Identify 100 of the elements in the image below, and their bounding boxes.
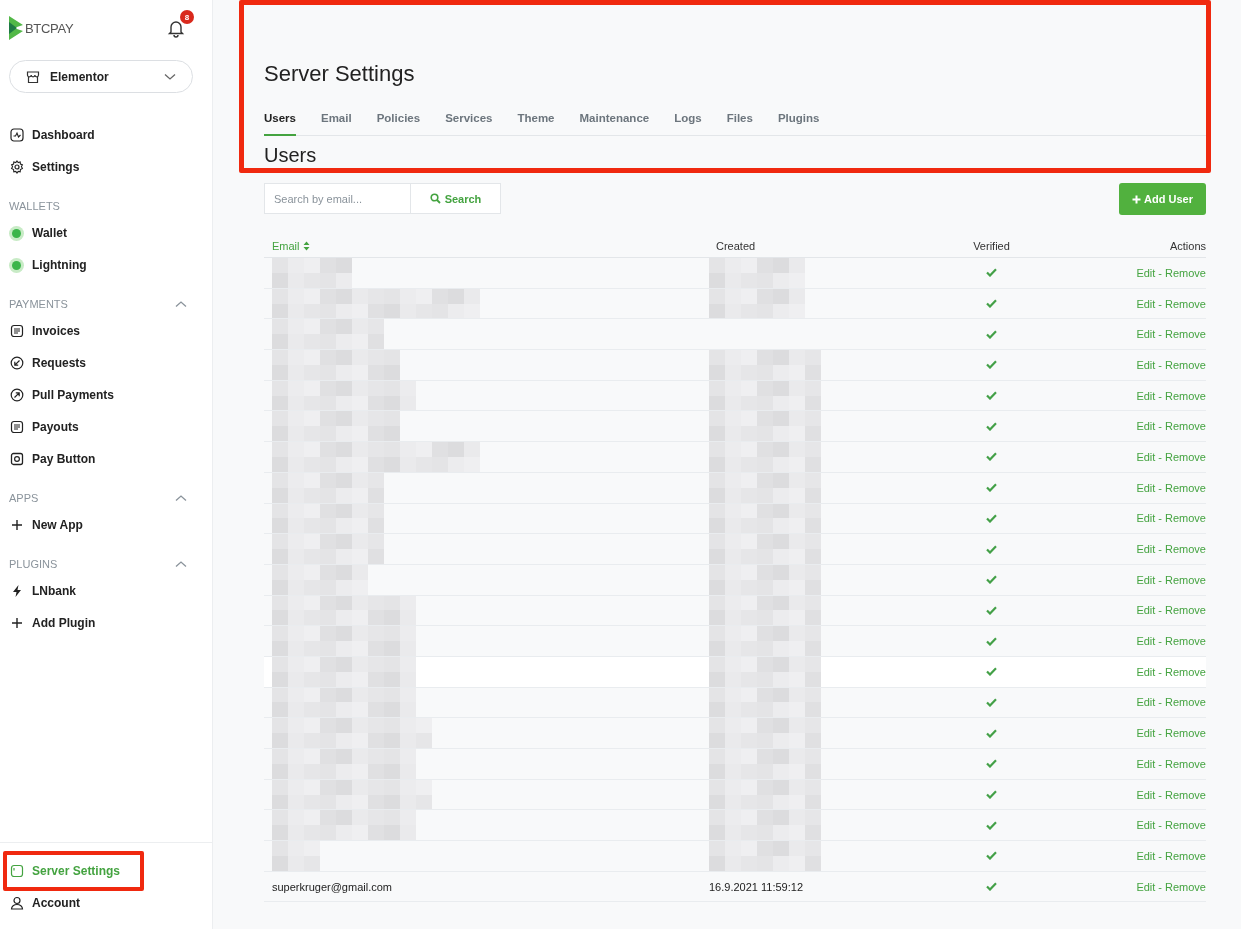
nav-label[interactable]: Add Plugin <box>32 616 96 630</box>
edit-link[interactable]: Edit <box>1136 635 1156 648</box>
nav-item[interactable]: Pay Button <box>0 443 212 475</box>
remove-link[interactable]: Remove <box>1165 696 1206 709</box>
edit-link[interactable]: Edit <box>1136 788 1156 801</box>
chevron-up-icon[interactable] <box>175 300 187 308</box>
remove-link[interactable]: Remove <box>1165 573 1206 586</box>
remove-link[interactable]: Remove <box>1165 880 1206 893</box>
page-title: Server Settings <box>264 61 416 87</box>
edit-link[interactable]: Edit <box>1136 665 1156 678</box>
edit-link[interactable]: Edit <box>1136 819 1156 832</box>
button-icon <box>10 452 24 466</box>
tab[interactable]: Files <box>726 110 753 136</box>
remove-link[interactable]: Remove <box>1165 727 1206 740</box>
edit-link[interactable]: Edit <box>1136 512 1156 525</box>
nav-label[interactable]: Requests <box>32 356 87 370</box>
tab[interactable]: Policies <box>376 110 421 136</box>
store-selector[interactable]: Elementor <box>9 60 193 93</box>
nav-item[interactable]: LNbank <box>0 575 212 607</box>
column-header: Created <box>715 240 757 252</box>
edit-link[interactable]: Edit <box>1136 604 1156 617</box>
store-icon <box>26 69 40 84</box>
edit-link[interactable]: Edit <box>1136 420 1156 433</box>
tab[interactable]: Users <box>264 110 296 136</box>
tab[interactable]: Theme <box>517 110 555 136</box>
remove-link[interactable]: Remove <box>1165 512 1206 525</box>
edit-link[interactable]: Edit <box>1136 727 1156 740</box>
separator-text: - <box>1158 819 1163 832</box>
nav-item[interactable]: Invoices <box>0 315 212 347</box>
edit-link[interactable]: Edit <box>1136 481 1156 494</box>
tab[interactable]: Email <box>320 110 352 136</box>
separator-text: - <box>1158 849 1163 862</box>
section-heading: PAYMENTS <box>9 298 68 310</box>
search-field[interactable]: Search by email... <box>264 183 411 214</box>
remove-link[interactable]: Remove <box>1165 757 1206 770</box>
edit-link[interactable]: Edit <box>1136 573 1156 586</box>
edit-link[interactable]: Edit <box>1136 297 1156 310</box>
remove-link[interactable]: Remove <box>1165 450 1206 463</box>
remove-link[interactable]: Remove <box>1165 420 1206 433</box>
plus-icon <box>10 616 24 630</box>
nav-item[interactable]: Dashboard <box>0 119 212 151</box>
edit-link[interactable]: Edit <box>1136 849 1156 862</box>
remove-link[interactable]: Remove <box>1165 788 1206 801</box>
add-user-button[interactable]: Add User <box>1119 183 1206 215</box>
remove-link[interactable]: Remove <box>1165 543 1206 556</box>
nav-item[interactable]: Lightning <box>0 249 212 281</box>
bell-icon[interactable] <box>166 18 186 38</box>
remove-link[interactable]: Remove <box>1165 266 1206 279</box>
tab[interactable]: Services <box>445 110 493 136</box>
nav-label[interactable]: New App <box>32 518 83 532</box>
separator-text: - <box>1158 297 1163 310</box>
nav-item[interactable]: Server Settings <box>0 855 212 887</box>
chevron-up-icon[interactable] <box>175 494 187 502</box>
remove-link[interactable]: Remove <box>1165 358 1206 371</box>
edit-link[interactable]: Edit <box>1136 389 1156 402</box>
remove-link[interactable]: Remove <box>1165 328 1206 341</box>
tab[interactable]: Logs <box>674 110 702 136</box>
nav-label[interactable]: Wallet <box>32 226 67 240</box>
nav-item[interactable]: Wallet <box>0 217 212 249</box>
nav-item[interactable]: Settings <box>0 151 212 183</box>
arrow-circle-icon <box>10 356 24 370</box>
search-button[interactable]: Search <box>411 183 501 214</box>
nav-item[interactable]: Payouts <box>0 411 212 443</box>
user-icon <box>10 896 24 910</box>
remove-link[interactable]: Remove <box>1165 297 1206 310</box>
separator-text: - <box>1158 543 1163 556</box>
edit-link[interactable]: Edit <box>1136 358 1156 371</box>
remove-link[interactable]: Remove <box>1165 665 1206 678</box>
nav-item[interactable]: Pull Payments <box>0 379 212 411</box>
nav-item[interactable]: Account <box>0 887 212 919</box>
nav-label[interactable]: Lightning <box>32 258 87 272</box>
remove-link[interactable]: Remove <box>1165 389 1206 402</box>
section-heading: APPS <box>9 492 39 504</box>
nav-label[interactable]: Pull Payments <box>32 388 115 402</box>
separator-text: - <box>1158 757 1163 770</box>
column-header[interactable]: Email <box>264 240 709 252</box>
remove-link[interactable]: Remove <box>1165 635 1206 648</box>
tab[interactable]: Plugins <box>777 110 820 136</box>
nav-item[interactable]: New App <box>0 509 212 541</box>
remove-link[interactable]: Remove <box>1165 604 1206 617</box>
edit-link[interactable]: Edit <box>1136 880 1156 893</box>
edit-link[interactable]: Edit <box>1136 543 1156 556</box>
separator-text: - <box>1158 665 1163 678</box>
nav-label[interactable]: LNbank <box>32 584 76 598</box>
edit-link[interactable]: Edit <box>1136 328 1156 341</box>
nav-label[interactable]: Pay Button <box>32 452 96 466</box>
nav-item[interactable]: Add Plugin <box>0 607 212 639</box>
tab[interactable]: Maintenance <box>579 110 650 136</box>
edit-link[interactable]: Edit <box>1136 696 1156 709</box>
edit-link[interactable]: Edit <box>1136 757 1156 770</box>
remove-link[interactable]: Remove <box>1165 819 1206 832</box>
edit-link[interactable]: Edit <box>1136 266 1156 279</box>
remove-link[interactable]: Remove <box>1165 849 1206 862</box>
nav-label[interactable]: Invoices <box>32 324 81 338</box>
nav-label[interactable]: Payouts <box>32 420 79 434</box>
remove-link[interactable]: Remove <box>1165 481 1206 494</box>
edit-link[interactable]: Edit <box>1136 450 1156 463</box>
logo-text: BTCPAY <box>25 20 74 36</box>
chevron-up-icon[interactable] <box>175 560 187 568</box>
nav-item[interactable]: Requests <box>0 347 212 379</box>
